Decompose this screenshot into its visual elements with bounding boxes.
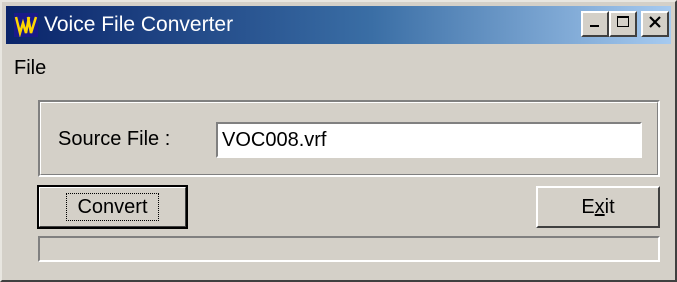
- caption-buttons: [581, 11, 669, 37]
- maximize-icon: [616, 15, 630, 34]
- convert-button-label: Convert: [66, 193, 159, 221]
- close-button[interactable]: [641, 11, 669, 37]
- source-file-group: Source File :: [38, 100, 660, 177]
- maximize-button[interactable]: [609, 11, 637, 37]
- exit-button[interactable]: Exit: [536, 186, 660, 228]
- exit-button-label: Exit: [581, 195, 615, 218]
- minimize-button[interactable]: [581, 11, 609, 37]
- menu-bar: File: [6, 50, 54, 86]
- close-icon: [648, 15, 662, 34]
- conversion-progress-bar: [38, 236, 660, 262]
- menu-file[interactable]: File: [6, 50, 54, 86]
- window-title: Voice File Converter: [44, 13, 234, 36]
- source-file-label: Source File :: [58, 128, 171, 150]
- source-file-input[interactable]: [216, 122, 642, 158]
- minimize-icon: [588, 15, 602, 34]
- convert-button[interactable]: Convert: [37, 185, 188, 229]
- voice-file-converter-window: Voice File Converter File Source File: …: [0, 0, 677, 282]
- app-logo-icon: [12, 10, 40, 40]
- title-bar[interactable]: Voice File Converter: [6, 6, 671, 44]
